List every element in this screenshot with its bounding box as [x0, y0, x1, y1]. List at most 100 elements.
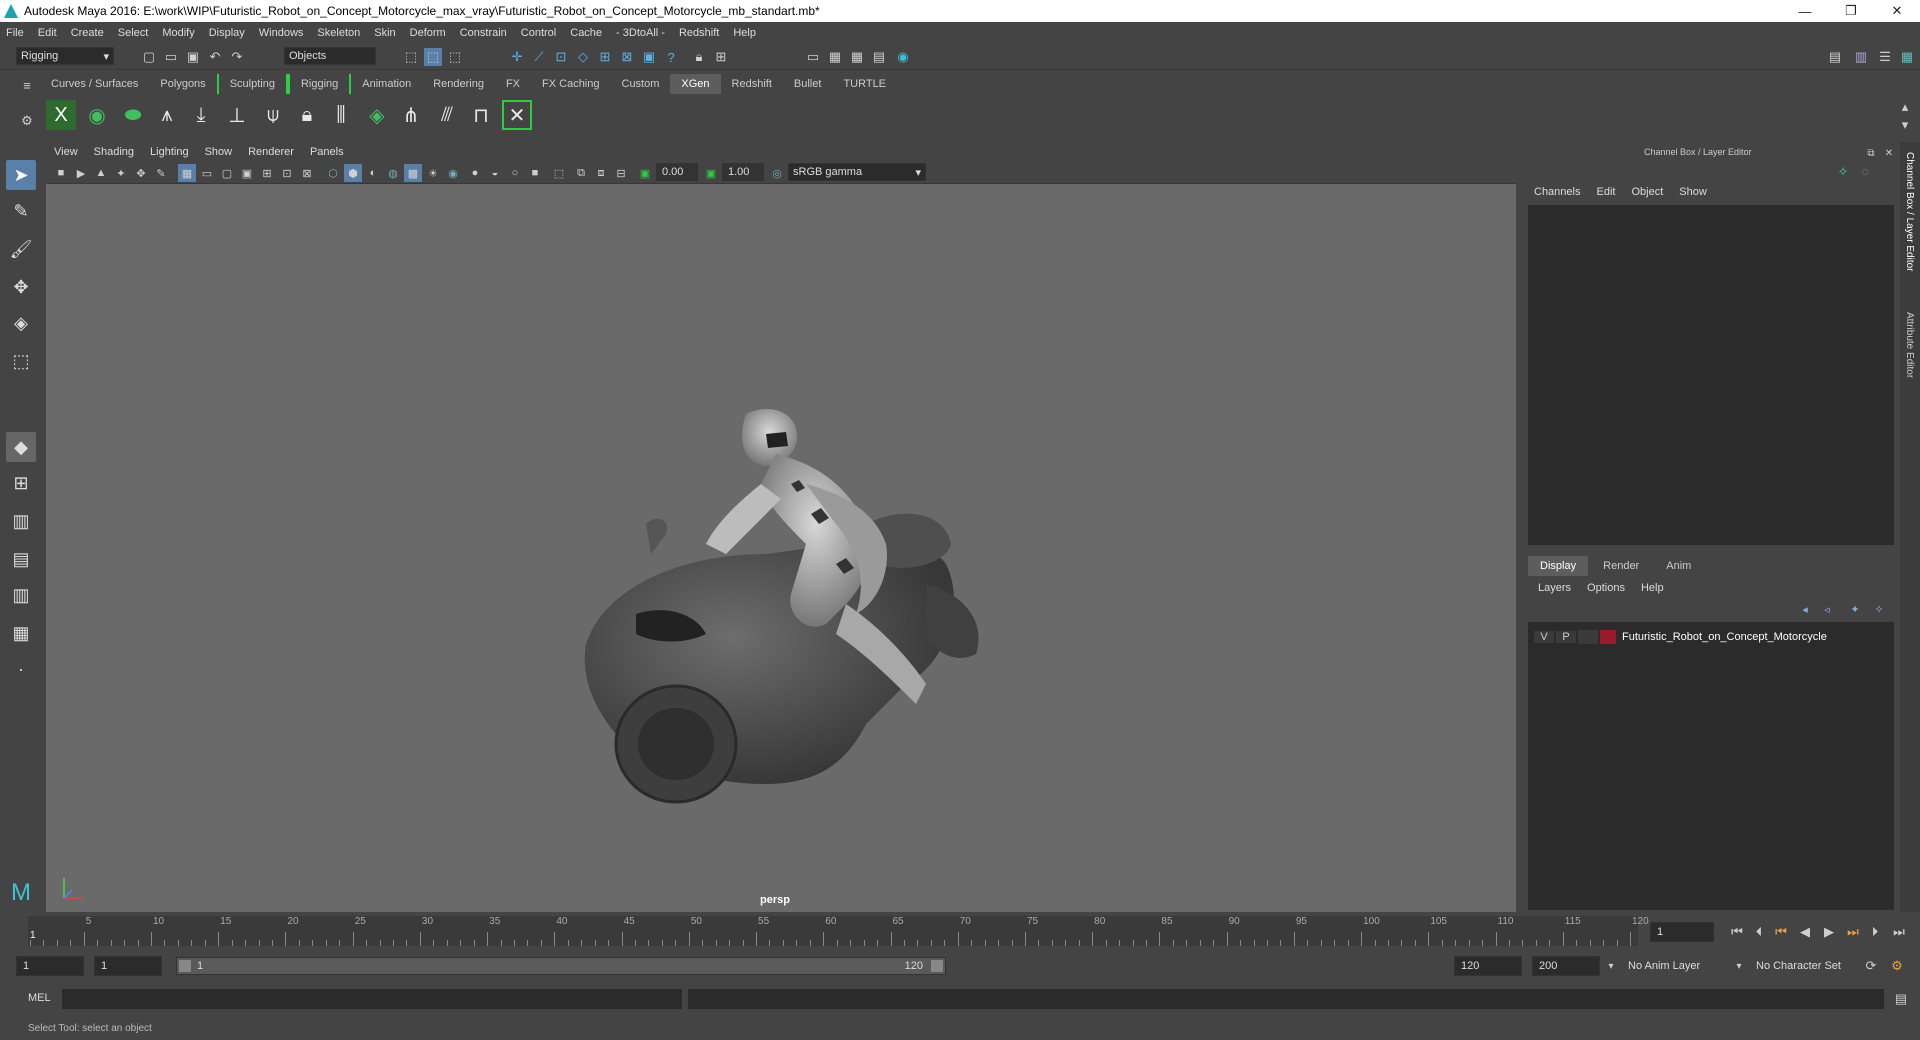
current-frame-field[interactable]: 1 — [1650, 922, 1714, 942]
viewport-canvas[interactable] — [46, 184, 1516, 912]
vp-menu-lighting[interactable]: Lighting — [150, 146, 189, 158]
render-view-icon[interactable]: ▭ — [804, 48, 822, 66]
scale-tool-icon[interactable]: ⬚ — [6, 346, 36, 376]
xgen-editor-icon[interactable]: X — [46, 100, 76, 130]
vp-menu-show[interactable]: Show — [205, 146, 233, 158]
float-panel-icon[interactable]: ⧉ — [1862, 144, 1880, 162]
groom-freeze-icon[interactable]: 🔒︎ — [292, 100, 322, 130]
groom-layers-icon[interactable]: ◈ — [362, 100, 392, 130]
select-object-icon[interactable]: ⬚ — [424, 48, 442, 66]
menu-skin[interactable]: Skin — [374, 27, 395, 39]
tab-animation[interactable]: Animation — [351, 74, 422, 94]
range-end-handle[interactable] — [931, 960, 943, 972]
open-scene-icon[interactable]: ▭ — [162, 48, 180, 66]
snap-point-icon[interactable]: ⊡ — [552, 48, 570, 66]
gamma-field[interactable]: 1.00 — [722, 163, 764, 181]
menuset-dropdown[interactable]: Rigging ▾ — [16, 47, 114, 65]
undo-icon[interactable]: ↶ — [206, 48, 224, 66]
restore-button[interactable]: ❐ — [1828, 0, 1874, 22]
camera-select-icon[interactable]: ■ — [52, 164, 70, 182]
shelf-scroll-down-icon[interactable]: ▾ — [1896, 116, 1914, 134]
safe-action-icon[interactable]: ⊡ — [278, 164, 296, 182]
layout-icon[interactable]: ▤ — [1826, 48, 1844, 66]
layer-type-toggle[interactable] — [1578, 630, 1598, 644]
animation-end-field[interactable]: 200 — [1532, 956, 1600, 976]
select-tool-icon[interactable]: ➤ — [6, 160, 36, 190]
step-forward-frame-icon[interactable]: ⏵ — [1866, 923, 1884, 941]
script-editor-icon[interactable]: ▤ — [1892, 990, 1910, 1008]
chevron-down-icon[interactable]: ▾ — [1730, 957, 1748, 975]
wireframe-icon[interactable]: ⬡ — [324, 164, 342, 182]
step-forward-key-icon[interactable]: ⏭ — [1844, 923, 1862, 941]
image-plane-icon[interactable]: ✦ — [112, 164, 130, 182]
character-set-dropdown[interactable]: No Character Set — [1750, 956, 1868, 976]
tab-display[interactable]: Display — [1528, 556, 1589, 576]
menu-redshift[interactable]: Redshift — [679, 27, 719, 39]
single-perspective-icon[interactable]: ◆ — [6, 432, 36, 462]
anim-layer-dropdown[interactable]: No Anim Layer — [1622, 956, 1730, 976]
cb-menu-show[interactable]: Show — [1679, 186, 1707, 198]
vp-menu-panels[interactable]: Panels — [310, 146, 344, 158]
anim-preferences-icon[interactable]: ⚙ — [1888, 957, 1906, 975]
outliner-persp-icon[interactable]: ▥ — [6, 580, 36, 610]
render-settings-icon[interactable]: ▤ — [870, 48, 888, 66]
groom-comb-icon[interactable]: ⫼ — [326, 100, 356, 130]
layer-row[interactable]: V P Futuristic_Robot_on_Concept_Motorcyc… — [1534, 628, 1888, 646]
toggle-outliner-icon[interactable]: ▥ — [1852, 48, 1870, 66]
menu-constrain[interactable]: Constrain — [460, 27, 507, 39]
bookmark-icon[interactable]: ▲ — [92, 164, 110, 182]
color-management-icon[interactable]: ◎ — [768, 164, 786, 182]
snap-plane-icon[interactable]: ◇ — [574, 48, 592, 66]
play-forward-icon[interactable]: ▶ — [1820, 923, 1838, 941]
hypershade-icon[interactable]: ◉ — [894, 48, 912, 66]
rotate-tool-icon[interactable]: ◈ — [6, 308, 36, 338]
textured-icon[interactable]: ◍ — [384, 164, 402, 182]
xray-icon[interactable]: ⬚ — [550, 164, 568, 182]
menu-file[interactable]: File — [6, 27, 24, 39]
menu-edit[interactable]: Edit — [38, 27, 57, 39]
tab-fx-caching[interactable]: FX Caching — [531, 74, 610, 94]
snap-live-icon[interactable]: ▣ — [640, 48, 658, 66]
persp-graph-icon[interactable]: ▤ — [6, 544, 36, 574]
tab-rendering[interactable]: Rendering — [422, 74, 495, 94]
layer-name[interactable]: Futuristic_Robot_on_Concept_Motorcycle — [1622, 631, 1827, 643]
cb-menu-channels[interactable]: Channels — [1534, 186, 1580, 198]
step-back-key-icon[interactable]: ⏮ — [1772, 923, 1790, 941]
side-tab-attribute-editor[interactable]: Attribute Editor — [1904, 312, 1915, 378]
color-space-dropdown[interactable]: sRGB gamma ▾ — [788, 163, 926, 181]
playback-start-field[interactable]: 1 — [94, 956, 162, 976]
field-chart-icon[interactable]: ⊞ — [258, 164, 276, 182]
groom-add-icon[interactable]: ⩚ — [152, 100, 182, 130]
playback-end-field[interactable]: 120 — [1454, 956, 1522, 976]
xray-components-icon[interactable]: ⧈ — [592, 164, 610, 182]
move-layer-up-icon[interactable]: ◂ — [1796, 600, 1814, 618]
selection-mode-dropdown[interactable]: Objects — [284, 47, 376, 65]
go-to-start-icon[interactable]: ⏮ — [1728, 923, 1746, 941]
range-start-handle[interactable] — [179, 960, 191, 972]
smooth-shade-icon[interactable]: ⬢ — [344, 164, 362, 182]
exposure-icon[interactable]: ▣ — [636, 164, 654, 182]
shelf-menu-icon[interactable]: ≡ — [18, 76, 36, 94]
move-tool-icon[interactable]: ✥ — [6, 272, 36, 302]
ambient-occlusion-icon[interactable]: ◉ — [444, 164, 462, 182]
persp-outliner-icon[interactable]: ▥ — [6, 506, 36, 536]
vp-menu-shading[interactable]: Shading — [94, 146, 134, 158]
gate-mask-icon[interactable]: ▣ — [238, 164, 256, 182]
use-lights-icon[interactable]: ▩ — [404, 164, 422, 182]
menu-windows[interactable]: Windows — [259, 27, 304, 39]
range-slider[interactable]: 1 120 — [176, 957, 946, 975]
close-button[interactable]: ✕ — [1874, 0, 1920, 22]
panel-toggle-icon[interactable]: ○ — [1856, 162, 1874, 180]
cb-menu-object[interactable]: Object — [1631, 186, 1663, 198]
tab-fx[interactable]: FX — [495, 74, 531, 94]
auto-key-icon[interactable]: ⟳ — [1862, 957, 1880, 975]
four-view-icon[interactable]: ⊞ — [6, 468, 36, 498]
close-panel-icon[interactable]: ✕ — [1880, 144, 1898, 162]
tab-bullet[interactable]: Bullet — [783, 74, 833, 94]
menu-modify[interactable]: Modify — [162, 27, 194, 39]
chevron-down-icon[interactable]: ▾ — [1602, 957, 1620, 975]
snap-help-icon[interactable]: ? — [662, 48, 680, 66]
layer-playback-toggle[interactable]: P — [1556, 631, 1576, 643]
vp-menu-renderer[interactable]: Renderer — [248, 146, 294, 158]
2d-pan-icon[interactable]: ✥ — [132, 164, 150, 182]
